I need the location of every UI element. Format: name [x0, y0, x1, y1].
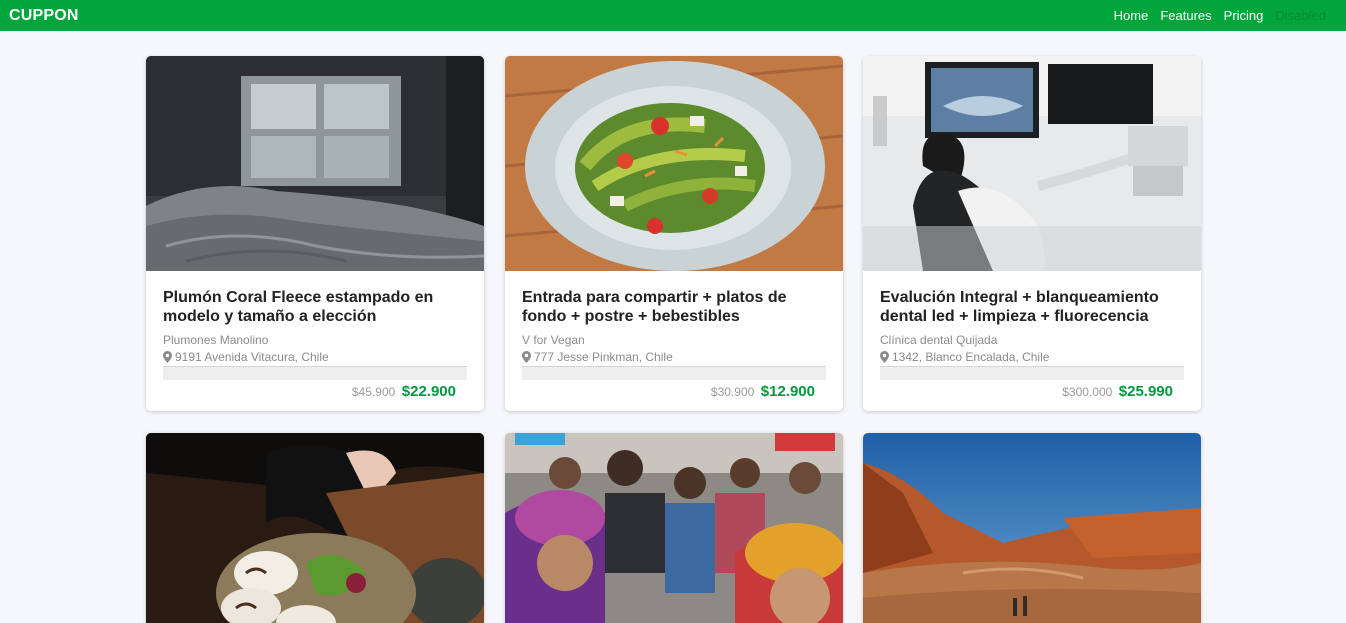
- deal-card[interactable]: Entrada para compartir + platos de fondo…: [505, 56, 843, 411]
- location-text: 9191 Avenida Vitacura, Chile: [175, 350, 329, 364]
- location-text: 777 Jesse Pinkman, Chile: [534, 350, 673, 364]
- deal-location: 9191 Avenida Vitacura, Chile: [163, 349, 467, 365]
- deal-image-salad[interactable]: [505, 56, 843, 271]
- discount-price: $12.900: [760, 383, 815, 400]
- deal-card[interactable]: [146, 433, 484, 623]
- navbar: CUPPON Home Features Pricing Disabled: [0, 0, 1346, 31]
- nav-link-features[interactable]: Features: [1154, 8, 1217, 23]
- deal-card[interactable]: [505, 433, 843, 623]
- map-pin-icon: [522, 351, 531, 363]
- price-divider: [522, 366, 826, 380]
- deal-location: 1342, Blanco Encalada, Chile: [880, 349, 1184, 365]
- original-price: $300.000: [1062, 385, 1113, 399]
- merchant-name: Plumones Manolino: [163, 333, 269, 347]
- deal-image-festival[interactable]: [505, 433, 843, 623]
- deal-location: 777 Jesse Pinkman, Chile: [522, 349, 826, 365]
- price-row: $30.900 $12.900: [522, 380, 826, 408]
- nav-link-pricing[interactable]: Pricing: [1218, 8, 1270, 23]
- location-text: 1342, Blanco Encalada, Chile: [892, 350, 1050, 364]
- merchant-name: V for Vegan: [522, 333, 585, 347]
- nav-link-home[interactable]: Home: [1108, 8, 1155, 23]
- nav-link-disabled: Disabled: [1275, 8, 1326, 23]
- discount-price: $25.990: [1118, 383, 1173, 400]
- deal-image-bedroom[interactable]: [146, 56, 484, 271]
- price-divider: [880, 366, 1184, 380]
- deal-title[interactable]: Plumón Coral Fleece estampado en modelo …: [163, 288, 467, 326]
- deal-image-dental[interactable]: [863, 56, 1201, 271]
- map-pin-icon: [163, 351, 172, 363]
- deal-title[interactable]: Evalución Integral + blanqueamiento dent…: [880, 288, 1184, 326]
- original-price: $45.900: [351, 385, 396, 399]
- map-pin-icon: [880, 351, 889, 363]
- deal-image-desert[interactable]: [863, 433, 1201, 623]
- price-divider: [163, 366, 467, 380]
- price-row: $300.000 $25.990: [880, 380, 1184, 408]
- deal-image-bao-buns[interactable]: [146, 433, 484, 623]
- nav-links: Home Features Pricing Disabled: [1108, 8, 1332, 23]
- deal-card[interactable]: Plumón Coral Fleece estampado en modelo …: [146, 56, 484, 411]
- deal-title[interactable]: Entrada para compartir + platos de fondo…: [522, 288, 826, 326]
- brand-logo[interactable]: CUPPON: [9, 7, 79, 25]
- deal-card[interactable]: Evalución Integral + blanqueamiento dent…: [863, 56, 1201, 411]
- merchant-name: Clínica dental Quijada: [880, 333, 998, 347]
- original-price: $30.900: [710, 385, 755, 399]
- discount-price: $22.900: [401, 383, 456, 400]
- price-row: $45.900 $22.900: [163, 380, 467, 408]
- deal-card[interactable]: [863, 433, 1201, 623]
